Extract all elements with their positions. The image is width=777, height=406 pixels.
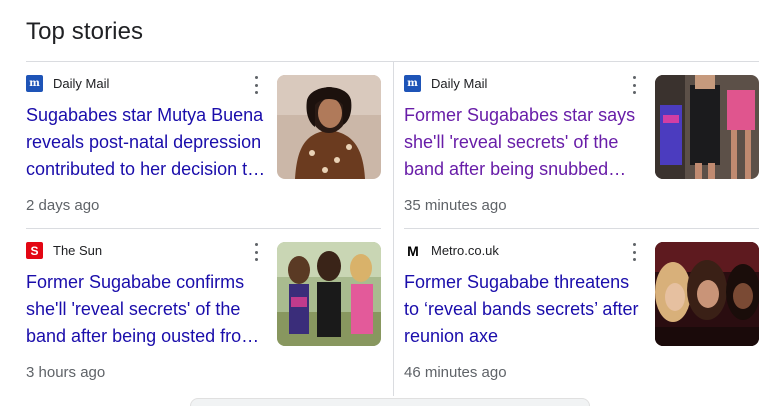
headline-line[interactable]: band after being ousted fro… bbox=[26, 323, 266, 350]
story-headline[interactable]: Sugababes star Mutya Buena reveals post-… bbox=[26, 102, 266, 183]
story-thumbnail[interactable] bbox=[655, 242, 759, 346]
headline-line[interactable]: reveals post-natal depression bbox=[26, 129, 266, 156]
story-card[interactable]: M Metro.co.uk Former Sugababe threatens … bbox=[404, 229, 759, 394]
story-headline[interactable]: Former Sugababe threatens to ‘reveal ban… bbox=[404, 269, 644, 350]
dot-icon bbox=[632, 250, 636, 254]
headline-line[interactable]: to ‘reveal bands secrets’ after bbox=[404, 296, 644, 323]
section-title: Top stories bbox=[26, 18, 144, 45]
story-headline[interactable]: Former Sugababe confirms she'll 'reveal … bbox=[26, 269, 266, 350]
headline-line[interactable]: she'll 'reveal secrets' of the bbox=[404, 129, 644, 156]
headline-line[interactable]: she'll 'reveal secrets' of the bbox=[26, 296, 266, 323]
more-options-icon[interactable] bbox=[626, 76, 642, 94]
daily-mail-icon: m bbox=[26, 75, 43, 92]
story-source[interactable]: S The Sun bbox=[26, 242, 102, 259]
dot-icon bbox=[632, 243, 636, 246]
source-name: The Sun bbox=[53, 243, 103, 258]
divider bbox=[393, 62, 394, 396]
headline-line[interactable]: Former Sugababe confirms bbox=[26, 269, 266, 296]
dot-icon bbox=[632, 83, 636, 87]
dot-icon bbox=[632, 91, 636, 94]
story-source[interactable]: M Metro.co.uk bbox=[404, 242, 499, 259]
daily-mail-icon: m bbox=[404, 75, 421, 92]
story-source[interactable]: m Daily Mail bbox=[26, 75, 109, 92]
dot-icon bbox=[254, 243, 258, 246]
dot-icon bbox=[632, 258, 636, 261]
story-card[interactable]: m Daily Mail Former Sugababes star says … bbox=[404, 62, 759, 227]
headline-line[interactable]: Former Sugababes star says bbox=[404, 102, 644, 129]
story-age: 35 minutes ago bbox=[404, 197, 507, 214]
the-sun-icon: S bbox=[26, 242, 43, 259]
story-age: 3 hours ago bbox=[26, 364, 106, 381]
dot-icon bbox=[254, 76, 258, 79]
story-age: 2 days ago bbox=[26, 197, 100, 214]
dot-icon bbox=[254, 83, 258, 87]
dot-icon bbox=[254, 250, 258, 254]
more-options-icon[interactable] bbox=[626, 243, 642, 261]
more-news-button[interactable] bbox=[190, 398, 590, 406]
story-age: 46 minutes ago bbox=[404, 364, 507, 381]
story-card[interactable]: S The Sun Former Sugababe confirms she'l… bbox=[26, 229, 381, 394]
metro-icon: M bbox=[404, 242, 421, 259]
headline-line[interactable]: Sugababes star Mutya Buena bbox=[26, 102, 266, 129]
dot-icon bbox=[254, 91, 258, 94]
story-thumbnail[interactable] bbox=[655, 75, 759, 179]
source-name: Metro.co.uk bbox=[431, 243, 499, 258]
headline-line[interactable]: reunion axe bbox=[404, 323, 644, 350]
headline-line[interactable]: contributed to her decision t… bbox=[26, 156, 266, 183]
dot-icon bbox=[632, 76, 636, 79]
story-headline[interactable]: Former Sugababes star says she'll 'revea… bbox=[404, 102, 644, 183]
story-source[interactable]: m Daily Mail bbox=[404, 75, 487, 92]
story-thumbnail[interactable] bbox=[277, 242, 381, 346]
source-name: Daily Mail bbox=[431, 76, 488, 91]
headline-line[interactable]: Former Sugababe threatens bbox=[404, 269, 644, 296]
story-card[interactable]: m Daily Mail Sugababes star Mutya Buena … bbox=[26, 62, 381, 227]
headline-line[interactable]: band after being snubbed… bbox=[404, 156, 644, 183]
story-thumbnail[interactable] bbox=[277, 75, 381, 179]
more-options-icon[interactable] bbox=[248, 76, 264, 94]
dot-icon bbox=[254, 258, 258, 261]
source-name: Daily Mail bbox=[53, 76, 110, 91]
more-options-icon[interactable] bbox=[248, 243, 264, 261]
